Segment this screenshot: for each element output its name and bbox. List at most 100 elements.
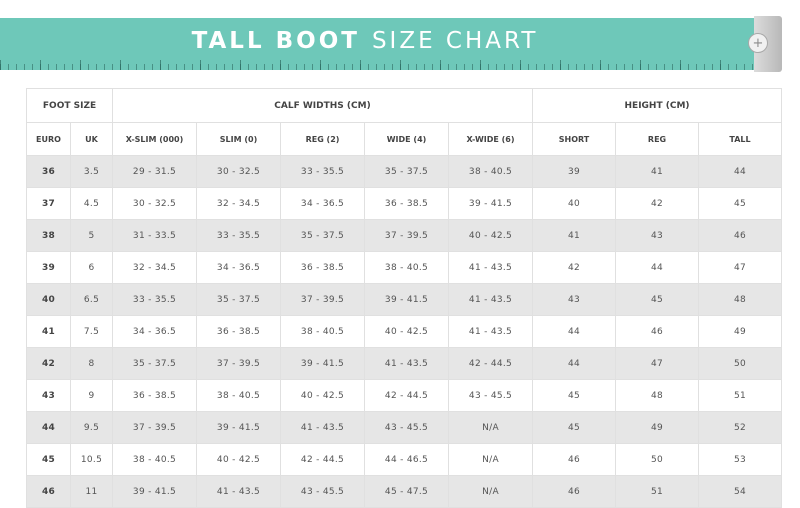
table-cell: N/A [448,411,534,444]
table-cell: 40 [26,283,71,316]
table-cell: 7.5 [69,315,114,348]
column-header-x-wide: X-WIDE (6) [448,122,534,156]
table-cell: 41 - 43.5 [280,411,366,444]
table-cell: 34 - 36.5 [280,187,366,220]
group-header-row: FOOT SIZE CALF WIDTHS (CM) HEIGHT (CM) [25,88,783,123]
table-cell: 42 - 44.5 [448,347,534,380]
table-cell: 38 - 40.5 [112,443,198,476]
table-cell: 46 [532,475,617,508]
table-cell: 46 [26,475,71,508]
table-cell: 44 [532,315,617,348]
table-cell: 36 - 38.5 [112,379,198,412]
table-cell: 46 [532,443,617,476]
table-cell: 4.5 [69,187,114,220]
table-cell: 39 [532,155,617,188]
table-cell: 49 [615,411,700,444]
table-cell: 32 - 34.5 [112,251,198,284]
table-cell: 41 [26,315,71,348]
table-cell: 40 - 42.5 [280,379,366,412]
table-row: 43 9 36 - 38.5 38 - 40.5 40 - 42.5 42 - 44.5 4… [26,379,783,412]
table-cell: 38 - 40.5 [280,315,366,348]
table-row: 41 7.5 34 - 36.5 36 - 38.5 38 - 40.5 40 - 42.… [26,315,783,348]
column-header-slim: SLIM (0) [196,122,282,156]
table-cell: N/A [448,443,534,476]
table-cell: 34 - 36.5 [112,315,198,348]
table-cell: 11 [69,475,114,508]
table-cell: 44 [532,347,617,380]
table-cell: 36 - 38.5 [196,315,282,348]
table-cell: 40 [532,187,617,220]
table-cell: 44 [615,251,700,284]
table-cell: 39 - 41.5 [196,411,282,444]
table-cell: 39 - 41.5 [448,187,534,220]
column-header-short: SHORT [532,122,617,156]
table-row: 38 5 31 - 33.5 33 - 35.5 35 - 37.5 37 - 39.5 4… [26,219,783,252]
table-cell: 50 [615,443,700,476]
table-cell: 41 - 43.5 [364,347,450,380]
table-cell: 40 - 42.5 [448,219,534,252]
table-cell: 42 - 44.5 [364,379,450,412]
table-cell: 35 - 37.5 [364,155,450,188]
column-header-reg-height: REG [615,122,700,156]
table-cell: 52 [698,411,783,444]
table-row: 45 10.5 38 - 40.5 40 - 42.5 42 - 44.5 44 - 46… [26,443,783,476]
table-cell: 36 - 38.5 [280,251,366,284]
table-cell: 39 - 41.5 [112,475,198,508]
table-cell: 41 - 43.5 [196,475,282,508]
table-cell: 51 [615,475,700,508]
table-cell: 3.5 [69,155,114,188]
column-header-uk: UK [69,122,114,156]
table-cell: 35 - 37.5 [112,347,198,380]
table-cell: 45 [26,443,71,476]
table-cell: 45 [532,411,617,444]
table-cell: 41 [532,219,617,252]
table-cell: 43 [532,283,617,316]
table-cell: 45 [698,187,783,220]
table-row: 36 3.5 29 - 31.5 30 - 32.5 33 - 35.5 35 - 37.… [26,155,783,188]
table-cell: 48 [698,283,783,316]
table-cell: 43 - 45.5 [280,475,366,508]
table-cell: 32 - 34.5 [196,187,282,220]
group-header-foot-size: FOOT SIZE [25,88,114,123]
table-cell: 40 - 42.5 [364,315,450,348]
banner-title-light: SIZE CHART [371,28,539,54]
table-cell: 9.5 [69,411,114,444]
table-cell: 33 - 35.5 [112,283,198,316]
table-cell: 35 - 37.5 [196,283,282,316]
table-cell: 37 - 39.5 [112,411,198,444]
table-row: 40 6.5 33 - 35.5 35 - 37.5 37 - 39.5 39 - 41.… [26,283,783,316]
table-row: 37 4.5 30 - 32.5 32 - 34.5 34 - 36.5 36 - 38.… [26,187,783,220]
table-cell: 5 [69,219,114,252]
column-header-x-slim: X-SLIM (000) [112,122,198,156]
plus-circle-icon: + [748,33,768,53]
table-cell: 29 - 31.5 [112,155,198,188]
ruler-major-ticks [0,60,760,70]
table-cell: 41 - 43.5 [448,283,534,316]
column-header-reg-calf: REG (2) [280,122,366,156]
banner-title-bold: TALL BOOT [191,28,360,54]
table-cell: 37 - 39.5 [196,347,282,380]
table-cell: 35 - 37.5 [280,219,366,252]
table-cell: 38 [26,219,71,252]
table-cell: 6 [69,251,114,284]
table-cell: 36 - 38.5 [364,187,450,220]
table-cell: 30 - 32.5 [112,187,198,220]
table-cell: 47 [615,347,700,380]
table-cell: N/A [448,475,534,508]
size-chart-table: FOOT SIZE CALF WIDTHS (CM) HEIGHT (CM) E… [25,88,783,508]
table-cell: 39 [26,251,71,284]
table-cell: 42 - 44.5 [280,443,366,476]
table-cell: 41 - 43.5 [448,251,534,284]
table-cell: 10.5 [69,443,114,476]
table-cell: 30 - 32.5 [196,155,282,188]
table-row: 44 9.5 37 - 39.5 39 - 41.5 41 - 43.5 43 - 45.… [26,411,783,444]
table-cell: 43 [26,379,71,412]
table-cell: 33 - 35.5 [280,155,366,188]
column-header-wide: WIDE (4) [364,122,450,156]
table-cell: 38 - 40.5 [448,155,534,188]
table-cell: 36 [26,155,71,188]
table-cell: 45 [532,379,617,412]
table-cell: 44 [26,411,71,444]
table-cell: 42 [615,187,700,220]
table-cell: 42 [532,251,617,284]
